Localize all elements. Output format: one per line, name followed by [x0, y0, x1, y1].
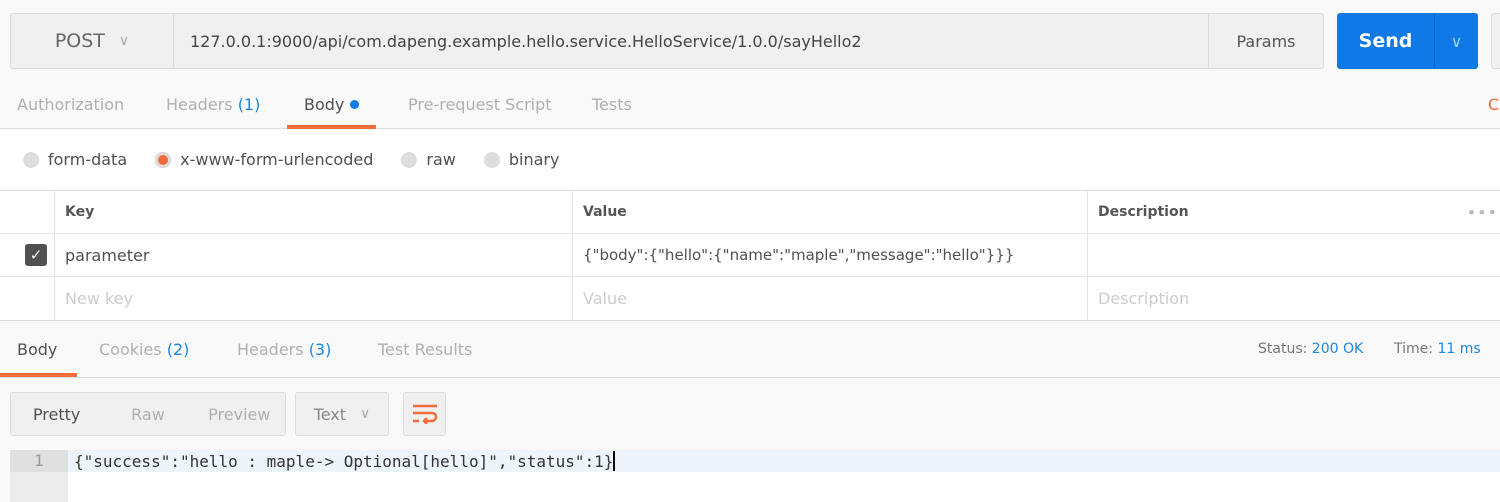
request-tabs: Authorization Headers (1) Body Pre-reque…	[0, 80, 1500, 129]
radio-selected-icon	[155, 151, 172, 168]
radio-form-data[interactable]: form-data	[23, 150, 127, 169]
time-readout: Time: 11 ms	[1394, 321, 1481, 377]
view-preview[interactable]: Preview	[194, 405, 285, 424]
format-select[interactable]: Text ∨	[295, 392, 389, 436]
radio-icon	[483, 151, 500, 168]
chevron-down-icon: ∨	[360, 406, 371, 422]
status-label: Status:	[1258, 341, 1308, 357]
url-input[interactable]: 127.0.0.1:9000/api/com.dapeng.example.he…	[173, 13, 1209, 69]
time-value: 11 ms	[1437, 341, 1481, 357]
response-tabs: Body Cookies (2) Headers (3) Test Result…	[0, 321, 1500, 378]
send-button[interactable]: Send	[1337, 13, 1435, 69]
modified-dot-icon	[350, 99, 360, 109]
time-label: Time:	[1394, 341, 1433, 357]
radio-x-www-form-urlencoded[interactable]: x-www-form-urlencoded	[155, 150, 373, 169]
tab-label: Body	[17, 339, 58, 359]
wrap-lines-button[interactable]	[403, 392, 446, 436]
tab-label: Cookies	[99, 339, 162, 359]
more-options-icon[interactable]: •••	[1467, 203, 1498, 222]
view-pretty[interactable]: Pretty	[11, 405, 102, 424]
tab-count: (2)	[166, 339, 190, 359]
format-label: Text	[313, 404, 347, 424]
send-button-group: Send ∨	[1337, 13, 1478, 69]
tab-count: (3)	[308, 339, 332, 359]
response-tab-cookies[interactable]: Cookies (2)	[99, 321, 189, 377]
tab-label: Test Results	[378, 339, 473, 359]
response-tab-body[interactable]: Body	[17, 321, 57, 377]
wrap-lines-icon	[412, 404, 437, 424]
new-description-input[interactable]: Description	[1087, 277, 1500, 320]
column-header-description: Description	[1087, 191, 1500, 233]
tab-label: Pre-request Script	[408, 94, 552, 114]
body-type-radios: form-data x-www-form-urlencoded raw bina…	[0, 129, 1500, 191]
method-label: POST	[54, 30, 105, 52]
value-cell[interactable]: {"body":{"hello":{"name":"maple","messag…	[572, 234, 1087, 276]
chevron-down-icon: ∨	[118, 33, 130, 49]
table-row-new: New key Value Description	[0, 277, 1500, 320]
tab-authorization[interactable]: Authorization	[17, 80, 124, 128]
line-number: 1	[10, 450, 68, 472]
tab-label: Body	[304, 94, 345, 114]
response-code: {"success":"hello : maple-> Optional[hel…	[74, 451, 614, 471]
params-button[interactable]: Params	[1208, 13, 1324, 69]
method-select[interactable]: POST ∨	[10, 13, 174, 69]
view-mode-segmented: Pretty Raw Preview	[10, 392, 286, 436]
radio-binary[interactable]: binary	[483, 150, 560, 169]
new-key-input[interactable]: New key	[54, 277, 572, 320]
description-cell[interactable]	[1087, 234, 1500, 276]
tab-label: Headers	[237, 339, 304, 359]
radio-icon	[401, 151, 418, 168]
response-tab-test-results[interactable]: Test Results	[378, 321, 472, 377]
code-link[interactable]: C	[1488, 80, 1499, 128]
response-editor[interactable]: 1 {"success":"hello : maple-> Optional[he…	[10, 450, 1500, 502]
send-dropdown-chevron-icon[interactable]: ∨	[1435, 13, 1478, 69]
response-tab-headers[interactable]: Headers (3)	[237, 321, 331, 377]
radio-label: raw	[426, 150, 456, 169]
new-value-input[interactable]: Value	[572, 277, 1087, 320]
tab-tests[interactable]: Tests	[592, 80, 632, 128]
table-header-row: Key Value Description •••	[0, 191, 1500, 234]
radio-label: x-www-form-urlencoded	[180, 150, 374, 169]
active-tab-underline	[0, 373, 77, 377]
checkmark-icon: ✓	[25, 244, 47, 266]
view-raw[interactable]: Raw	[102, 405, 193, 424]
tab-pre-request-script[interactable]: Pre-request Script	[408, 80, 552, 128]
radio-icon	[23, 151, 39, 168]
key-cell[interactable]: parameter	[54, 234, 572, 276]
params-table: Key Value Description ••• ✓ parameter {"…	[0, 191, 1500, 321]
radio-label: binary	[508, 150, 560, 169]
tab-label: Authorization	[17, 94, 125, 114]
radio-label: form-data	[48, 150, 128, 169]
column-header-value: Value	[572, 191, 1087, 233]
table-row: ✓ parameter {"body":{"hello":{"name":"ma…	[0, 234, 1500, 277]
column-header-key: Key	[54, 191, 572, 233]
text-cursor	[613, 451, 616, 471]
save-button[interactable]	[1491, 13, 1500, 69]
status-value: 200 OK	[1311, 341, 1364, 357]
tab-count: (1)	[237, 94, 261, 114]
tab-label: Headers	[166, 94, 233, 114]
tab-body[interactable]: Body	[286, 80, 377, 129]
code-line: 1 {"success":"hello : maple-> Optional[he…	[10, 450, 1500, 472]
row-checkbox[interactable]: ✓	[0, 234, 54, 276]
tab-label: Tests	[592, 94, 632, 114]
radio-raw[interactable]: raw	[401, 150, 456, 169]
status-readout: Status: 200 OK	[1258, 321, 1363, 377]
tab-headers[interactable]: Headers (1)	[166, 80, 260, 128]
